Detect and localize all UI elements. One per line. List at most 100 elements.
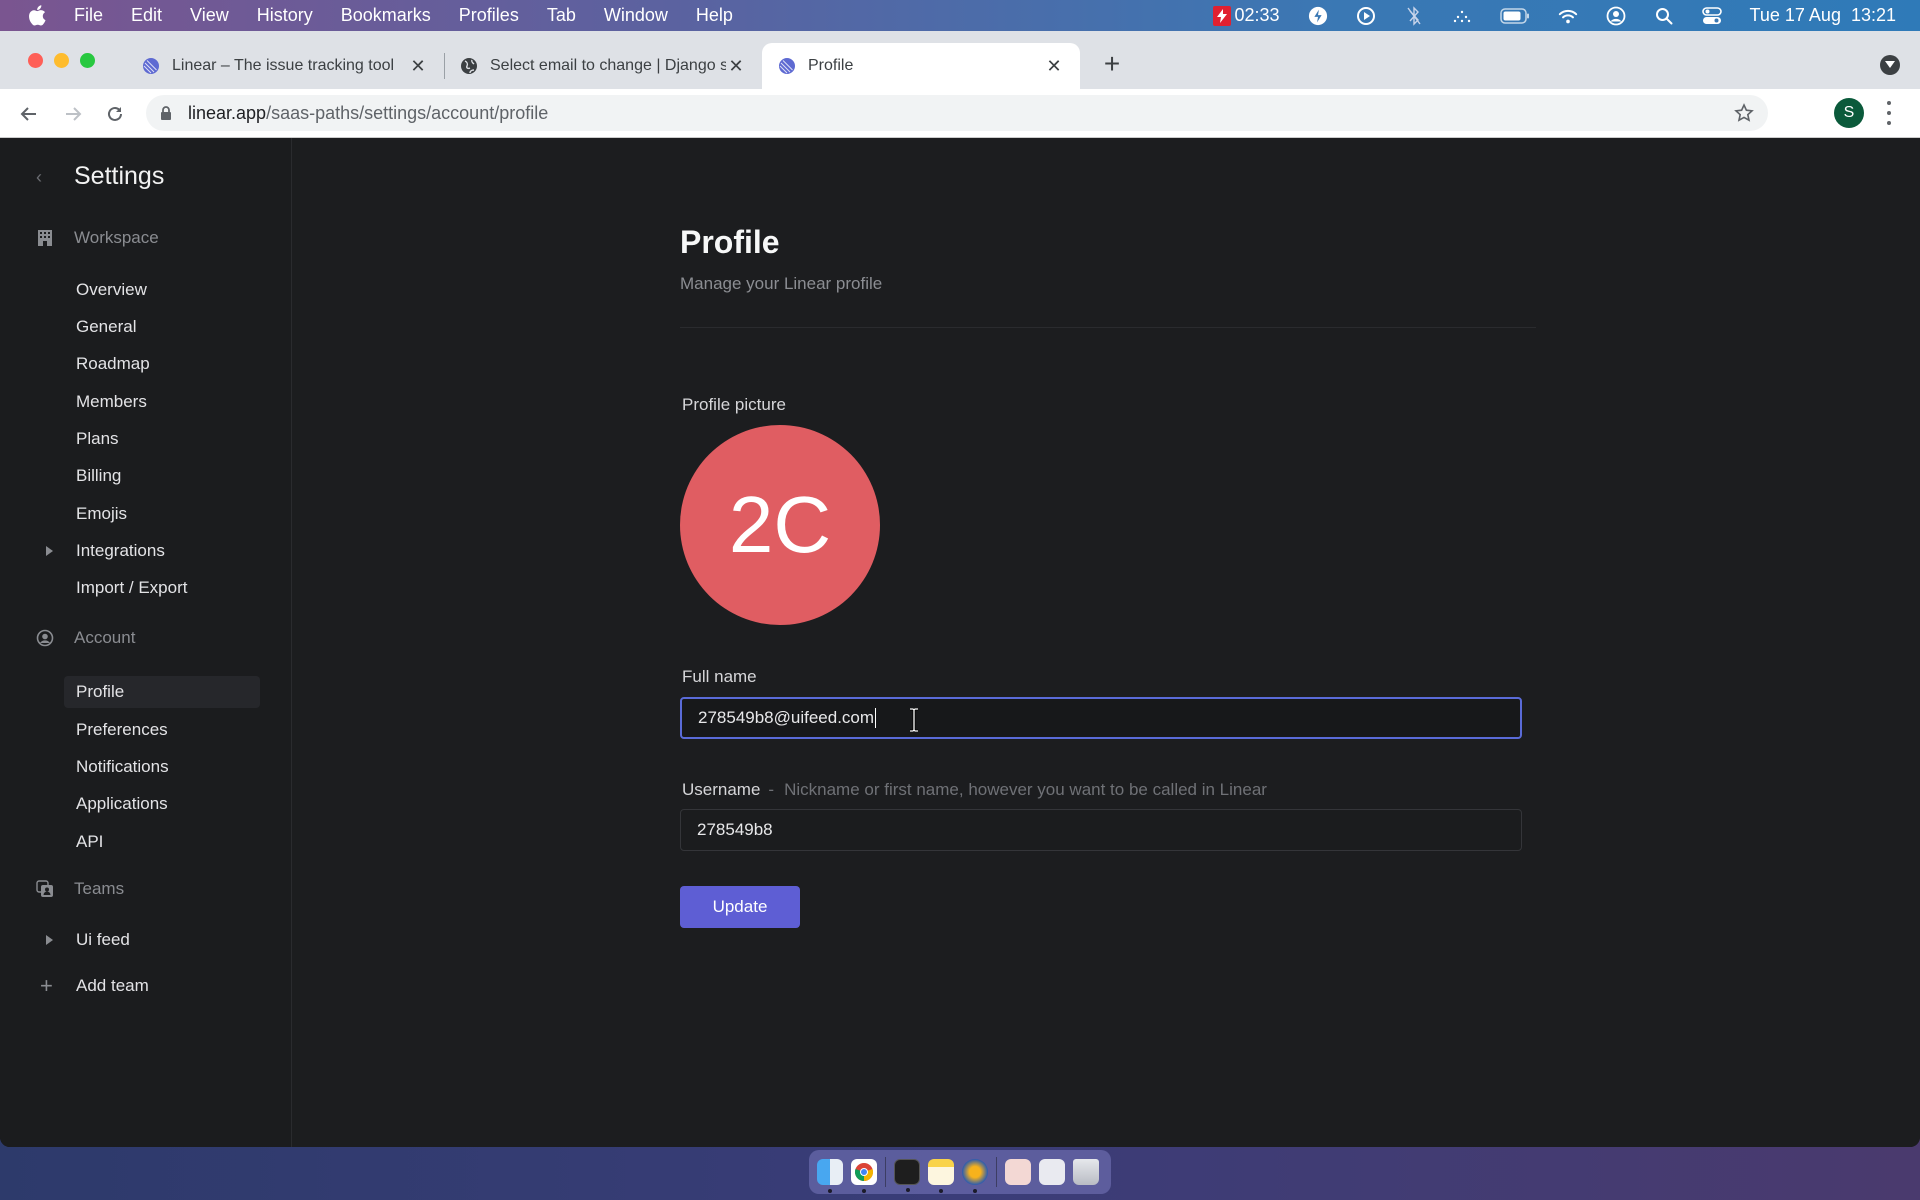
user-icon[interactable] [1606,6,1626,26]
sidebar-item-profile[interactable]: Profile [64,676,260,708]
menu-window[interactable]: Window [604,5,668,26]
url-path: /saas-paths/settings/account/profile [266,102,549,123]
window-controls [28,53,95,68]
close-tab-icon[interactable]: ✕ [726,56,746,77]
update-button[interactable]: Update [680,886,800,928]
sidebar-item-notifications[interactable]: Notifications [64,751,260,783]
tab-title: Profile [808,57,854,74]
settings-main: Profile Manage your Linear profile Profi… [292,138,1920,1147]
macos-menubar: Chrome File Edit View History Bookmarks … [0,0,1920,1116]
section-label: Account [74,628,136,647]
battery-icon[interactable] [1499,6,1530,26]
back-chevron-icon[interactable]: ‹ [36,168,52,186]
bookmark-star-icon[interactable] [1734,103,1754,123]
sidebar-item-preferences[interactable]: Preferences [64,714,260,746]
sidebar-header: ‹ Settings [36,162,164,191]
menu-profiles[interactable]: Profiles [459,5,519,26]
spotlight-search-icon[interactable] [1654,6,1674,26]
profile-avatar[interactable]: 2C [680,425,880,625]
lock-icon[interactable] [160,105,174,121]
browser-tab-django[interactable]: Select email to change | Django site adm… [444,43,762,89]
maximize-window-button[interactable] [80,53,95,68]
page-subtitle: Manage your Linear profile [680,274,883,293]
browser-tab-linear[interactable]: Linear – The issue tracking tool ✕ [126,43,444,89]
linear-icon [778,57,796,75]
sidebar-item-import-export[interactable]: Import / Export [64,572,260,604]
expand-caret-icon[interactable] [46,935,53,945]
preview-doc-icon[interactable] [1005,1159,1031,1185]
sidebar-item-label: Members [76,392,147,411]
sidebar-item-team-ui-feed[interactable]: Ui feed [46,924,260,956]
chrome-menu-button[interactable] [1886,101,1892,125]
screenshot-icon[interactable] [1039,1159,1065,1185]
bluetooth-off-icon[interactable] [1404,5,1424,26]
play-icon[interactable] [1356,6,1376,26]
username-hint-text: Nickname or first name, however you want… [784,780,1267,799]
bolt-icon[interactable] [1308,6,1328,26]
sidebar-item-overview[interactable]: Overview [64,274,260,306]
menu-edit[interactable]: Edit [131,5,162,26]
sidebar-item-plans[interactable]: Plans [64,423,260,455]
sidebar-item-roadmap[interactable]: Roadmap [64,348,260,380]
forward-button[interactable] [58,99,88,129]
add-team-label: Add team [76,976,149,995]
sidebar-item-integrations[interactable]: Integrations [46,535,260,567]
sidebar-item-billing[interactable]: Billing [64,460,260,492]
sidebar-item-label: Emojis [76,504,128,523]
apple-menu-icon[interactable] [28,5,50,26]
reeder-icon[interactable] [962,1159,988,1193]
menu-bookmarks[interactable]: Bookmarks [341,5,431,26]
browser-toolbar: linear.app/saas-paths/settings/account/p… [0,89,1920,138]
minimize-window-button[interactable] [54,53,69,68]
sidebar-title: Settings [74,162,165,190]
reload-button[interactable] [100,99,130,129]
control-center-icon[interactable] [1701,6,1722,26]
add-team-button[interactable]: + Add team [40,975,149,997]
section-label: Workspace [74,228,159,247]
chrome-profile-avatar[interactable]: S [1834,98,1864,128]
menu-file[interactable]: File [74,5,103,26]
browser-window: Linear – The issue tracking tool ✕ Selec… [0,31,1920,1147]
divider [680,327,1536,328]
terminal-icon[interactable] [894,1159,920,1192]
ibeam-cursor-icon [910,708,918,732]
trash-icon[interactable] [1073,1159,1099,1185]
section-label: Teams [74,879,125,898]
expand-caret-icon[interactable] [46,546,53,556]
menubar-datetime[interactable]: Tue 17 Aug 13:21 [1750,5,1896,26]
sidebar-item-label: Preferences [76,720,168,739]
sidebar-item-label: Import / Export [76,578,188,597]
close-tab-icon[interactable]: ✕ [1044,56,1064,77]
linear-icon [142,57,160,75]
tab-search-button[interactable] [1880,55,1900,75]
sidebar-item-applications[interactable]: Applications [64,788,260,820]
new-tab-button[interactable]: + [1098,50,1126,79]
notes-icon[interactable] [928,1159,954,1193]
sidebar-item-general[interactable]: General [64,311,260,343]
recording-icon [1212,5,1231,26]
close-window-button[interactable] [28,53,43,68]
finder-icon[interactable] [817,1159,843,1193]
menu-view[interactable]: View [190,5,229,26]
recording-indicator[interactable]: 02:33 [1212,5,1280,26]
close-tab-icon[interactable]: ✕ [408,56,428,77]
address-bar[interactable]: linear.app/saas-paths/settings/account/p… [146,95,1768,131]
back-button[interactable] [14,99,44,129]
profile-picture-label: Profile picture [682,395,786,414]
wifi-icon[interactable] [1558,6,1578,26]
menu-tab[interactable]: Tab [547,5,576,26]
text-caret [875,708,877,728]
menu-help[interactable]: Help [696,5,733,26]
sidebar-item-api[interactable]: API [64,826,260,858]
sidebar-item-emojis[interactable]: Emojis [64,498,260,530]
browser-tab-profile[interactable]: Profile ✕ [762,43,1080,89]
page-title: Profile [680,224,780,260]
chrome-icon[interactable] [851,1159,877,1193]
username-input[interactable]: 278549b8 [680,809,1522,851]
dock-separator [885,1157,886,1187]
sidebar-item-members[interactable]: Members [64,386,260,418]
menu-history[interactable]: History [257,5,313,26]
full-name-input[interactable]: 278549b8@uifeed.com [680,697,1522,739]
wifi-dots-icon[interactable] [1452,6,1472,26]
recording-time: 02:33 [1234,5,1280,25]
